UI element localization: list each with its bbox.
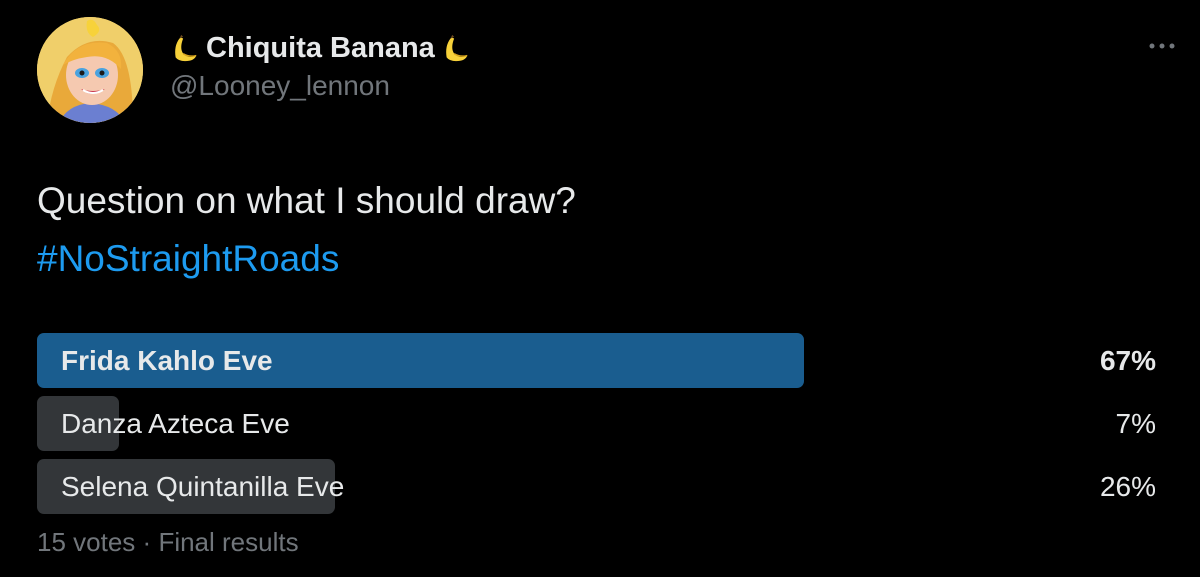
poll: Frida Kahlo Eve 67% Danza Azteca Eve 7% Sele… bbox=[37, 333, 1160, 522]
poll-status: Final results bbox=[158, 527, 299, 557]
avatar-portrait-icon bbox=[37, 17, 143, 123]
poll-option: Danza Azteca Eve 7% bbox=[37, 396, 1160, 451]
more-options-icon[interactable] bbox=[1147, 36, 1177, 56]
poll-option-percent: 67% bbox=[1099, 345, 1156, 376]
display-name[interactable]: Chiquita Banana bbox=[170, 28, 471, 68]
tweet-text: Question on what I should draw? #NoStrai… bbox=[37, 172, 576, 288]
poll-separator: · bbox=[142, 527, 152, 557]
banana-emoji-icon bbox=[175, 34, 197, 62]
poll-option-percent: 7% bbox=[1115, 408, 1156, 439]
poll-option-percent: 26% bbox=[1099, 471, 1156, 502]
user-handle[interactable]: @Looney_lennon bbox=[170, 70, 390, 102]
hashtag-link[interactable]: #NoStraightRoads bbox=[37, 230, 576, 288]
tweet-card: Chiquita Banana @Looney_lennon Question … bbox=[0, 0, 1200, 577]
poll-footer: 15 votes · Final results bbox=[37, 527, 299, 558]
tweet-question: Question on what I should draw? bbox=[37, 180, 576, 221]
poll-option-label: Danza Azteca Eve bbox=[61, 408, 290, 439]
poll-option-label: Frida Kahlo Eve bbox=[61, 345, 273, 376]
poll-option-label: Selena Quintanilla Eve bbox=[61, 471, 345, 502]
poll-option: Selena Quintanilla Eve 26% bbox=[37, 459, 1160, 514]
poll-vote-count: 15 votes bbox=[37, 527, 136, 557]
poll-option: Frida Kahlo Eve 67% bbox=[37, 333, 1160, 388]
avatar[interactable] bbox=[37, 17, 143, 123]
display-name-text: Chiquita Banana bbox=[206, 31, 435, 64]
banana-emoji-icon bbox=[445, 34, 468, 62]
